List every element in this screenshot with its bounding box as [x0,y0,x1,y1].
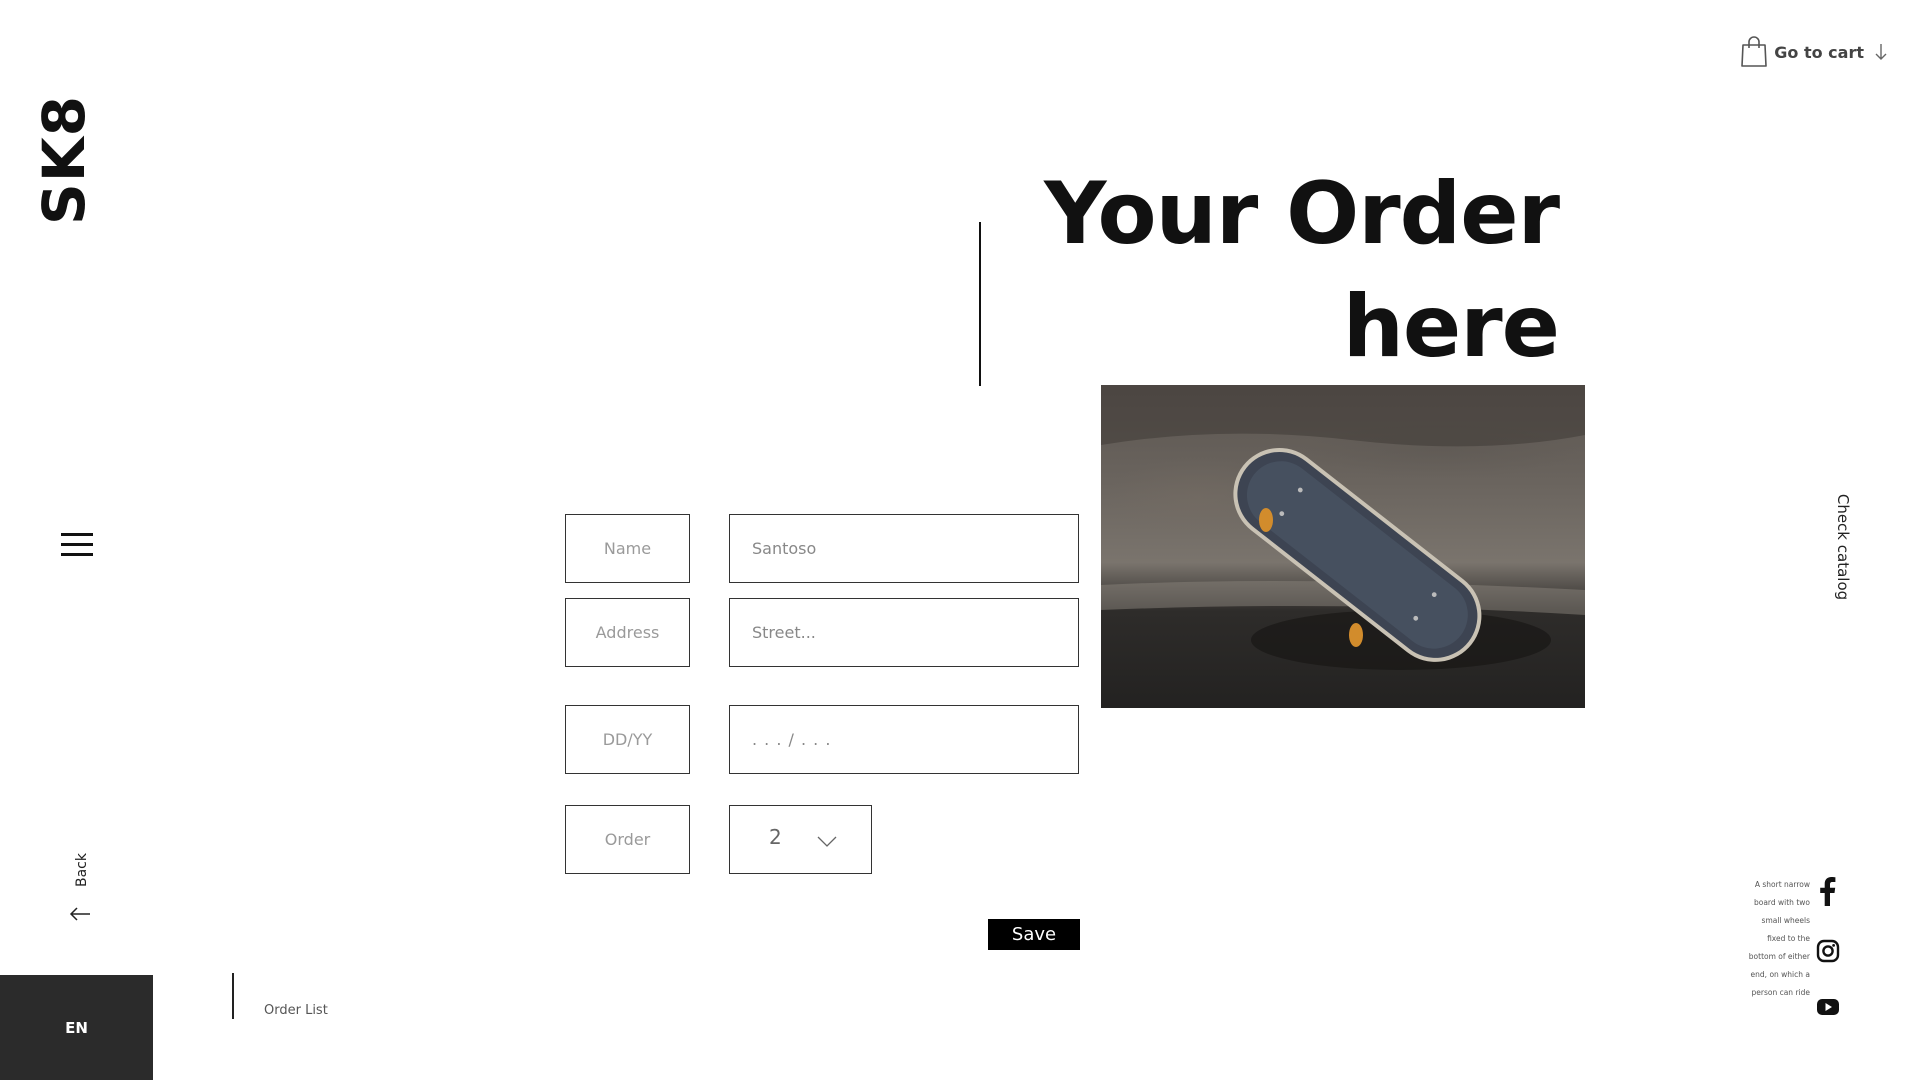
arrow-down-icon [1875,44,1887,60]
blurb-line: bottom of either [1748,952,1810,961]
order-label: Order [565,805,690,874]
back-label: Back [74,853,90,887]
address-label: Address [565,598,690,667]
shopping-bag-icon [1741,36,1768,67]
save-button[interactable]: Save [988,919,1080,950]
language-selector[interactable]: EN [0,975,153,1080]
chevron-down-icon [817,836,837,847]
blurb-line: person can ride [1751,988,1811,997]
page-title-line2: here [1342,277,1560,377]
blurb-line: end, on which a [1750,970,1810,979]
facebook-icon[interactable] [1818,876,1836,906]
order-list-divider [232,973,234,1019]
order-quantity-value: 2 [769,825,782,849]
date-input[interactable]: . . . / . . . [729,705,1079,774]
instagram-icon[interactable] [1816,939,1840,963]
hamburger-menu-icon[interactable] [61,533,93,559]
blurb-line: fixed to the [1767,934,1810,943]
check-catalog-label: Check catalog [1834,493,1853,601]
order-quantity-select[interactable]: 2 [729,805,872,874]
brand-logo[interactable]: SK8 [30,95,98,225]
name-label: Name [565,514,690,583]
order-list-link[interactable]: Order List [264,1003,328,1018]
name-input[interactable]: Santoso [729,514,1079,583]
cart-label: Go to cart [1774,42,1864,62]
back-link[interactable]: Back [64,850,100,890]
brand-logo-text: SK8 [30,94,99,226]
product-blurb: A short narrow board with two small whee… [1740,876,1810,1002]
address-input[interactable]: Street... [729,598,1079,667]
youtube-icon[interactable] [1816,997,1840,1017]
check-catalog-link[interactable]: Check catalog [1815,493,1871,601]
blurb-line: board with two [1753,898,1810,907]
date-label: DD/YY [565,705,690,774]
go-to-cart-link[interactable]: Go to cart [1740,36,1892,68]
arrow-left-icon[interactable] [68,906,92,922]
divider-line [979,222,981,386]
page-title-line1: Your Order [1044,164,1560,264]
language-label: EN [65,1018,88,1037]
blurb-line: small wheels [1761,916,1810,925]
skateboard-photo [1101,385,1585,708]
page-title: Your Order here [1044,158,1560,384]
blurb-line: A short narrow [1754,880,1810,889]
